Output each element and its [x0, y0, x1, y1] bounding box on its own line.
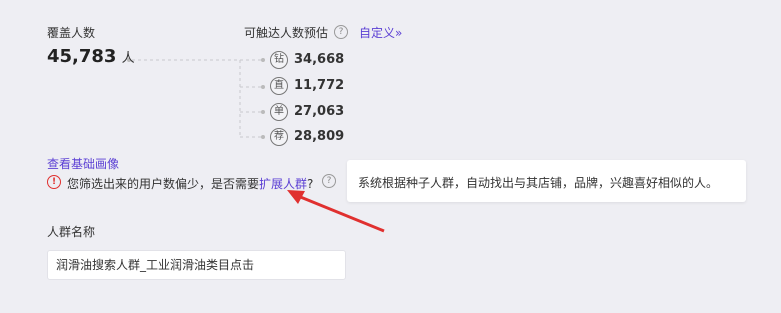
crowd-name-input[interactable]: 润滑油搜索人群_工业润滑油类目点击 [47, 250, 346, 280]
reach-value-direct: 11,772 [294, 78, 345, 93]
help-circle-icon[interactable]: ? [322, 174, 336, 188]
reach-value-recommend: 28,809 [294, 129, 345, 144]
diamond-badge-icon: 钻 [270, 51, 288, 69]
warning-suffix: ? [307, 177, 314, 191]
single-badge-icon: 单 [270, 103, 288, 121]
help-circle-icon[interactable]: ? [334, 25, 348, 39]
reach-value-diamond: 34,668 [294, 52, 345, 67]
warning-text: 您筛选出来的用户数偏少，是否需要 [67, 177, 260, 191]
reach-label: 可触达人数预估 [244, 26, 329, 40]
expand-crowd-link[interactable]: 扩展人群 [259, 177, 307, 191]
coverage-value: 45,783 [47, 46, 117, 67]
tooltip-box: 系统根据种子人群，自动找出与其店铺，品牌，兴趣喜好相似的人。 [347, 160, 746, 202]
coverage-count: 45,783 人 [47, 46, 135, 67]
alert-circle-icon: ! [47, 175, 61, 189]
double-chevron-right-icon: » [395, 26, 403, 40]
crowd-name-label: 人群名称 [47, 225, 96, 239]
coverage-unit: 人 [121, 51, 135, 66]
customize-label: 自定义 [359, 26, 396, 40]
recommend-badge-icon: 荐 [270, 128, 288, 146]
view-base-profile-link[interactable]: 查看基础画像 [47, 155, 119, 172]
reach-value-single: 27,063 [294, 104, 345, 119]
customize-link[interactable]: 自定义» [359, 24, 402, 41]
coverage-label: 覆盖人数 [47, 26, 96, 40]
direct-badge-icon: 直 [270, 77, 288, 95]
tooltip-text: 系统根据种子人群，自动找出与其店铺，品牌，兴趣喜好相似的人。 [358, 176, 719, 190]
warning-message: 您筛选出来的用户数偏少，是否需要扩展人群? [67, 175, 313, 192]
